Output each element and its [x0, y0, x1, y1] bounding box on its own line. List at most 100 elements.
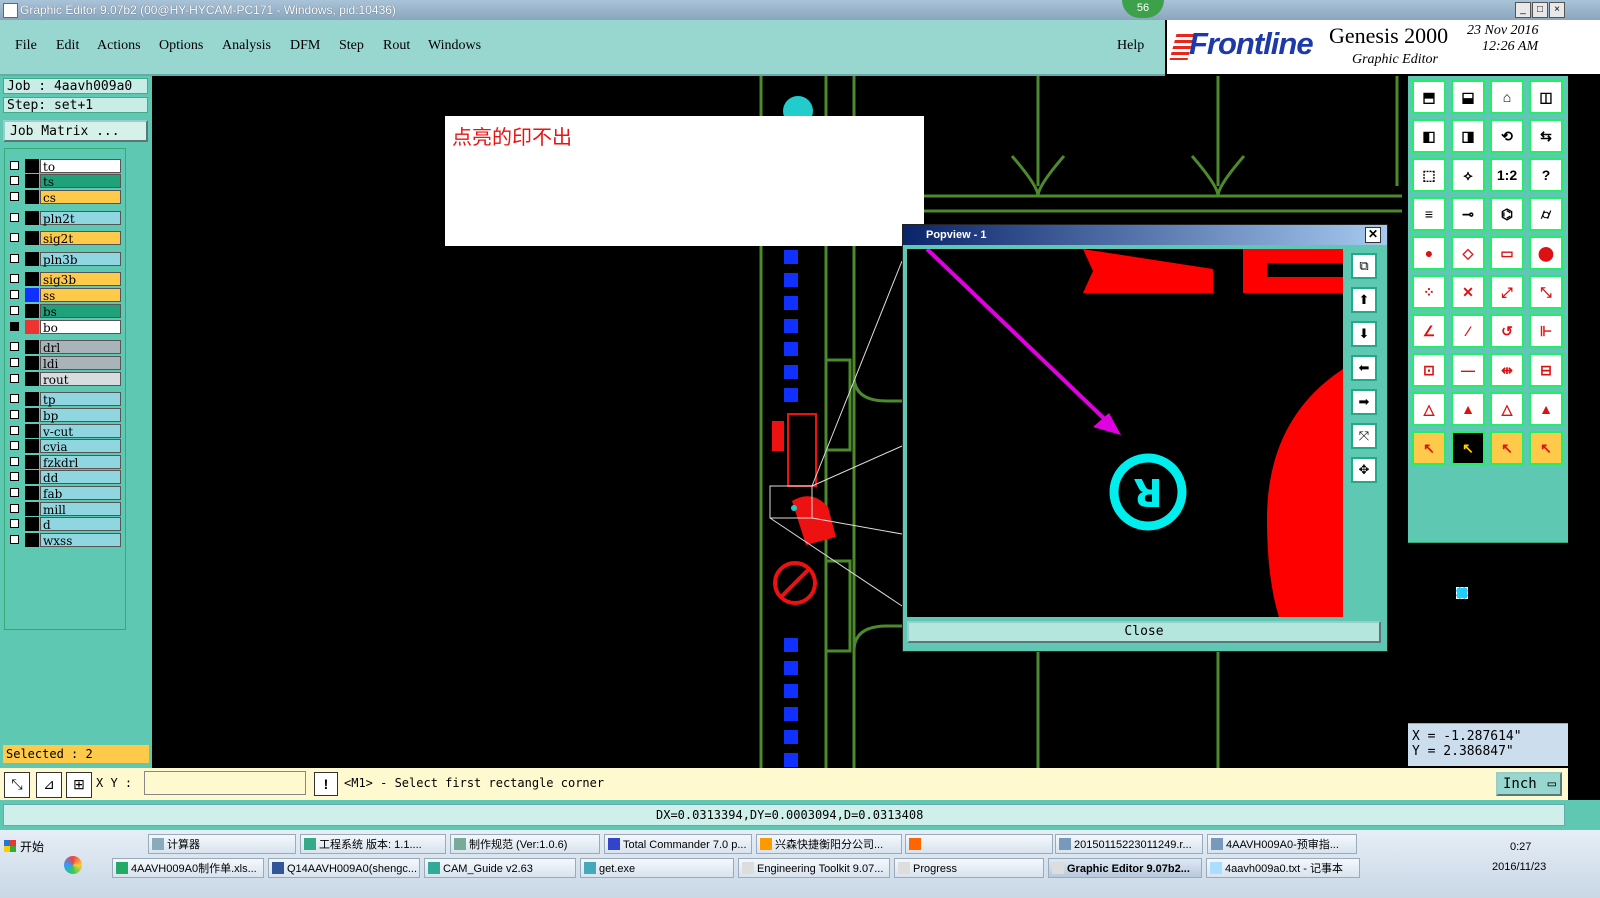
taskbar-item[interactable]: 20150115223011249.r... [1055, 834, 1203, 854]
pad-add-icon[interactable]: ⊡ [1412, 353, 1446, 387]
surface-fill-icon[interactable]: ▲ [1529, 392, 1563, 426]
select-icon[interactable]: ↖ [1412, 431, 1446, 465]
layer-row[interactable]: sig2t [6, 231, 121, 246]
pop-right-icon[interactable]: ➡ [1351, 389, 1377, 415]
taskbar-item[interactable]: CAM_Guide v2.63 [424, 858, 576, 878]
view-bottom-icon[interactable]: ⬓ [1451, 80, 1485, 114]
layer-name[interactable]: ldi [40, 356, 121, 371]
alert-icon[interactable]: ! [314, 772, 338, 796]
layer-checkbox[interactable] [10, 535, 19, 544]
menu-windows[interactable]: Windows [428, 38, 481, 54]
fit-icon[interactable]: ⬚ [1412, 158, 1446, 192]
pop-up-icon[interactable]: ⬆ [1351, 287, 1377, 313]
layer-checkbox[interactable] [10, 426, 19, 435]
net2-icon[interactable]: ⌭ [1529, 197, 1563, 231]
units-dropdown[interactable]: Inch ▭ [1496, 772, 1562, 796]
select-poly-icon[interactable]: ↖ [1490, 431, 1524, 465]
pop-fit-icon[interactable]: ⤧ [1351, 423, 1377, 449]
layer-name[interactable]: sig2t [40, 231, 121, 246]
layer-name[interactable]: d [40, 517, 121, 532]
popview-canvas[interactable]: R [907, 249, 1343, 617]
taskbar-item[interactable]: 4AAVH009A0-预审指... [1207, 834, 1357, 854]
layer-row[interactable]: bp [6, 408, 121, 423]
layer-name[interactable]: ts [40, 174, 121, 189]
taskbar-item[interactable]: 兴森快捷衡阳分公司... [756, 834, 902, 854]
layer-row[interactable]: d [6, 517, 121, 532]
view-top-icon[interactable]: ⬒ [1412, 80, 1446, 114]
layer-name[interactable]: ss [40, 288, 121, 303]
resize-icon[interactable]: ⤡ [1529, 275, 1563, 309]
job-matrix-button[interactable]: Job Matrix ... [3, 120, 148, 142]
menu-step[interactable]: Step [339, 38, 364, 54]
menu-file[interactable]: File [15, 38, 37, 54]
taskbar-item[interactable]: 4AAVH009A0制作单.xls... [112, 858, 264, 878]
xy-input[interactable] [144, 771, 306, 795]
layer-name[interactable]: v-cut [40, 424, 121, 439]
layer-name[interactable]: bs [40, 304, 121, 319]
taskbar-item[interactable]: 4aavh009a0.txt - 记事本 [1206, 858, 1360, 878]
pop-zoom-icon[interactable]: ⧉ [1351, 253, 1377, 279]
ruler-icon[interactable]: ▭ [1490, 236, 1524, 270]
layer-name[interactable]: mill [40, 502, 121, 517]
layer-row[interactable]: fab [6, 486, 121, 501]
help-icon[interactable]: ? [1529, 158, 1563, 192]
scale-icon[interactable]: 1:2 [1490, 158, 1524, 192]
notification-badge[interactable]: 56 [1122, 0, 1164, 18]
layer-row[interactable]: sig3b [6, 272, 121, 287]
layer-name[interactable]: pln2t [40, 211, 121, 226]
layer-name[interactable]: rout [40, 372, 121, 387]
menu-options[interactable]: Options [159, 38, 203, 54]
layer-checkbox[interactable] [10, 254, 19, 263]
layer-row[interactable]: cs [6, 190, 121, 205]
menu-analysis[interactable]: Analysis [222, 38, 271, 54]
polygon-icon[interactable]: △ [1412, 392, 1446, 426]
layer-checkbox[interactable] [10, 233, 19, 242]
group-icon[interactable]: ⊟ [1529, 353, 1563, 387]
layer-checkbox[interactable] [10, 213, 19, 222]
layer-checkbox[interactable] [10, 274, 19, 283]
layer-checkbox[interactable] [10, 322, 19, 331]
layer-row[interactable]: ldi [6, 356, 121, 371]
layer-checkbox[interactable] [10, 176, 19, 185]
pad-icon[interactable]: ● [1412, 236, 1446, 270]
pan-right-icon[interactable]: ◨ [1451, 119, 1485, 153]
layer-name[interactable]: cs [40, 190, 121, 205]
text-icon[interactable]: ⊩ [1529, 314, 1563, 348]
layer-checkbox[interactable] [10, 161, 19, 170]
mirror-icon[interactable]: ⇆ [1529, 119, 1563, 153]
taskbar-item[interactable]: Total Commander 7.0 p... [604, 834, 752, 854]
layer-checkbox[interactable] [10, 290, 19, 299]
pop-down-icon[interactable]: ⬇ [1351, 321, 1377, 347]
layer-row[interactable]: bo [6, 320, 121, 335]
close-window-button[interactable]: × [1549, 2, 1565, 18]
layer-checkbox[interactable] [10, 374, 19, 383]
layer-row[interactable]: wxss [6, 533, 121, 548]
extend-icon[interactable]: ⤢ [1490, 275, 1524, 309]
layer-name[interactable]: pln3b [40, 252, 121, 267]
taskbar-item[interactable]: 工程系统 版本: 1.1.... [300, 834, 446, 854]
layer-checkbox[interactable] [10, 519, 19, 528]
layer-checkbox[interactable] [10, 410, 19, 419]
layer-name[interactable]: cvia [40, 439, 121, 454]
layer-row[interactable]: bs [6, 304, 121, 319]
layer-name[interactable]: bp [40, 408, 121, 423]
layer-checkbox[interactable] [10, 192, 19, 201]
home-icon[interactable]: ⌂ [1490, 80, 1524, 114]
connect-icon[interactable]: ⊸ [1451, 197, 1485, 231]
layer-checkbox[interactable] [10, 394, 19, 403]
layer-name[interactable]: fzkdrl [40, 455, 121, 470]
menu-rout[interactable]: Rout [383, 38, 410, 54]
layer-name[interactable]: dd [40, 470, 121, 485]
layer-row[interactable]: tp [6, 392, 121, 407]
layer-name[interactable]: sig3b [40, 272, 121, 287]
layer-checkbox[interactable] [10, 342, 19, 351]
layer-row[interactable]: rout [6, 372, 121, 387]
layer-name[interactable]: fab [40, 486, 121, 501]
delete-icon[interactable]: ✕ [1451, 275, 1485, 309]
layer-row[interactable]: ss [6, 288, 121, 303]
taskbar-item[interactable]: 计算器 [148, 834, 296, 854]
layer-checkbox[interactable] [10, 441, 19, 450]
quicklaunch-icon[interactable] [64, 856, 82, 874]
shape-icon[interactable]: ◇ [1451, 236, 1485, 270]
taskbar-item[interactable]: get.exe [580, 858, 734, 878]
